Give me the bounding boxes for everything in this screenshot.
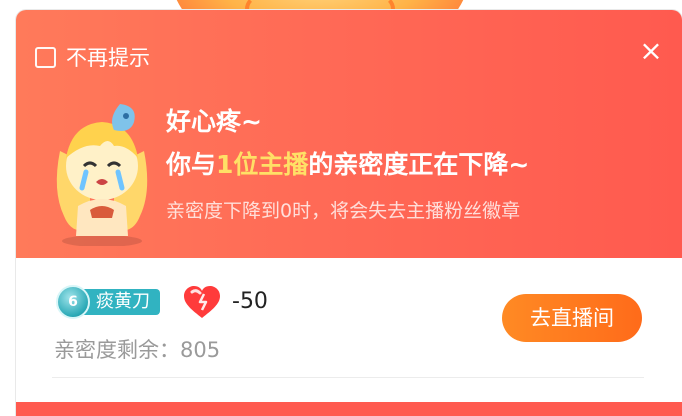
intimacy-change: -50 xyxy=(232,289,268,314)
badge-name: 痰黄刀 xyxy=(82,289,160,315)
message-prefix: 你与 xyxy=(166,150,217,179)
intimacy-warning-dialog: 不再提示 × 好心疼~ 你与1位主播的亲密度正在下降~ 亲密度下降到0时，将会失… xyxy=(16,10,682,416)
dialog-subtitle: 亲密度下降到0时，将会失去主播粉丝徽章 xyxy=(166,200,521,222)
intimacy-remaining: 亲密度剩余：805 xyxy=(54,338,221,362)
level-badge-icon: 6 xyxy=(56,285,90,319)
message-suffix: 的亲密度正在下降~ xyxy=(308,150,530,179)
anchor-avatar-illustration xyxy=(56,104,148,246)
no-remind-label: 不再提示 xyxy=(66,46,150,70)
fan-badge: 6 痰黄刀 xyxy=(56,285,160,319)
dialog-header: 不再提示 × 好心疼~ 你与1位主播的亲密度正在下降~ 亲密度下降到0时，将会失… xyxy=(16,10,682,258)
go-live-room-button[interactable]: 去直播间 xyxy=(502,294,642,342)
no-remind-toggle[interactable]: 不再提示 xyxy=(35,42,150,72)
bottom-bar xyxy=(16,402,682,416)
checkbox-icon[interactable] xyxy=(35,46,56,68)
heart-icon xyxy=(184,286,220,318)
dialog-message: 你与1位主播的亲密度正在下降~ xyxy=(166,145,529,181)
close-icon[interactable]: × xyxy=(636,36,666,66)
message-highlight: 1位主播 xyxy=(216,150,309,179)
dialog-title: 好心疼~ xyxy=(166,107,262,136)
